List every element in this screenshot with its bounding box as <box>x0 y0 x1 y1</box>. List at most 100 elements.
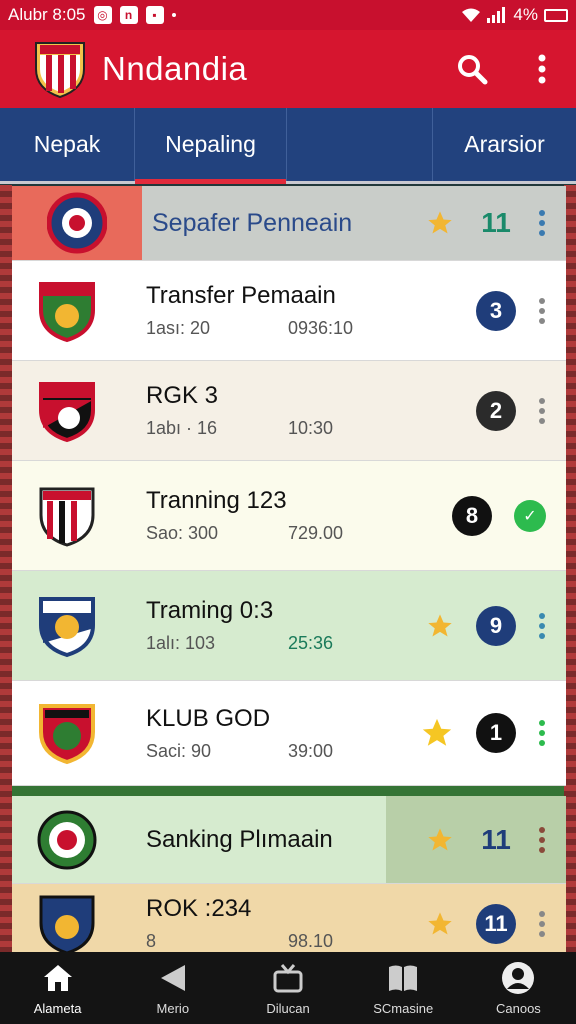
club-crest-icon <box>39 381 95 442</box>
list-item-title: KLUB GOD <box>146 704 271 732</box>
nav-home[interactable]: Alameta <box>0 952 115 1024</box>
tab-nepak[interactable]: Nepak <box>0 108 135 181</box>
club-crest-icon <box>39 895 95 955</box>
club-crest-icon <box>39 487 95 547</box>
star-icon[interactable] <box>426 612 454 640</box>
wifi-icon <box>462 8 481 22</box>
count-badge: 3 <box>476 290 516 331</box>
tab-empty[interactable] <box>287 108 433 181</box>
star-icon[interactable] <box>426 209 454 237</box>
more-vertical-icon[interactable] <box>538 910 546 937</box>
match-list: Sepafer Penneain 11 Transfer Pemaain 1as… <box>12 186 566 964</box>
profile-icon <box>501 961 535 995</box>
list-item-title: Sepafer Penneain <box>152 208 353 237</box>
count-badge: 1 <box>476 713 516 753</box>
list-item-time: 10:30 <box>288 418 334 438</box>
stadium-background-left <box>0 185 12 954</box>
list-item[interactable]: KLUB GOD Saci: 90 39:00 1 <box>12 681 566 786</box>
list-item-meta: 1abı · 16 <box>146 418 218 438</box>
list-item-time: 0936:10 <box>288 318 354 338</box>
list-item-meta: Sao: 300 <box>146 523 219 543</box>
tab-bar: Nepak Nepaling Ararsior <box>0 108 576 184</box>
star-icon[interactable] <box>420 716 454 750</box>
list-item-meta: Saci: 90 <box>146 740 212 761</box>
tab-nepaling[interactable]: Nepaling <box>135 108 287 184</box>
count-label: 11 <box>481 823 511 855</box>
nav-label: Merio <box>156 1000 190 1016</box>
app-bar: Nndandia <box>0 30 576 108</box>
status-bar: Alubr 8:05 ◎ n ▪ 4% <box>0 0 576 30</box>
list-item-title: ROK :234 <box>146 895 252 922</box>
bottom-navigation: Alameta Merio Dilucan SCmasine Canoos <box>0 952 576 1024</box>
list-item-time: 729.00 <box>288 523 344 543</box>
more-vertical-icon[interactable] <box>538 297 546 324</box>
list-item[interactable]: RGK 3 1abı · 16 10:30 2 <box>12 361 566 461</box>
more-vertical-icon[interactable] <box>538 397 546 424</box>
more-vertical-icon[interactable] <box>538 720 546 746</box>
nav-profile[interactable]: Canoos <box>461 952 576 1024</box>
search-icon <box>458 55 488 85</box>
book-icon <box>386 961 420 995</box>
count-badge: 9 <box>476 605 516 646</box>
nav-label: Alameta <box>33 1000 82 1016</box>
nav-label: Dilucan <box>266 1000 310 1016</box>
crest-highlight <box>12 186 142 260</box>
tab-label: Ararsior <box>464 131 545 157</box>
nav-tv[interactable]: Dilucan <box>230 952 345 1024</box>
overflow-menu-button[interactable] <box>524 51 560 87</box>
more-vertical-icon <box>538 54 546 84</box>
list-item-time: 98.10 <box>288 931 334 951</box>
back-icon <box>156 961 190 995</box>
club-crest-icon <box>39 281 95 342</box>
nav-back[interactable]: Merio <box>115 952 230 1024</box>
club-crest-icon <box>37 810 97 869</box>
list-item-meta: 8 <box>146 931 157 951</box>
list-item-meta: 1alı: 103 <box>146 633 216 653</box>
more-notifications-icon <box>171 13 176 17</box>
count-badge: 11 <box>476 903 516 944</box>
home-icon <box>41 961 75 995</box>
signal-icon <box>487 7 506 23</box>
nav-label: Canoos <box>496 1000 541 1016</box>
club-crest-icon <box>39 596 95 657</box>
list-item-time: 25:36 <box>288 633 334 653</box>
star-icon[interactable] <box>426 910 454 938</box>
list-item[interactable]: Sepafer Penneain 11 <box>12 186 566 261</box>
list-item[interactable]: Sanking Plımaain 11 <box>12 796 566 884</box>
status-time: Alubr 8:05 <box>8 5 86 24</box>
app-title: Nndandia <box>102 50 248 87</box>
whatsapp-icon: ◎ <box>93 6 112 24</box>
list-item[interactable]: Traming 0:3 1alı: 103 25:36 9 <box>12 571 566 681</box>
battery-icon <box>544 8 568 22</box>
list-item-meta: 1ası: 20 <box>146 318 211 338</box>
more-vertical-icon[interactable] <box>538 612 546 639</box>
check-icon[interactable]: ✓ <box>514 499 546 532</box>
list-item-title: Sanking Plımaain <box>146 825 333 853</box>
count-badge: 2 <box>476 390 516 431</box>
club-crest-icon <box>39 704 95 765</box>
count-badge: 8 <box>452 495 492 536</box>
tab-label: Nepak <box>33 131 101 157</box>
star-icon[interactable] <box>426 826 454 854</box>
list-item[interactable]: Tranning 123 Sao: 300 729.00 8 ✓ <box>12 461 566 571</box>
list-item-time: 39:00 <box>288 740 334 761</box>
tv-icon <box>271 961 305 995</box>
list-item[interactable]: Transfer Pemaain 1ası: 20 0936:10 3 <box>12 261 566 361</box>
notification-icon: n <box>119 6 138 24</box>
count-label: 11 <box>481 207 511 238</box>
nav-label: SCmasine <box>373 1000 434 1016</box>
tab-label: Nepaling <box>165 131 256 157</box>
more-vertical-icon[interactable] <box>538 826 546 853</box>
list-item-title: Transfer Pemaain <box>146 282 336 309</box>
nav-book[interactable]: SCmasine <box>346 952 461 1024</box>
list-item-title: Tranning 123 <box>146 487 287 514</box>
club-crest-icon <box>47 192 107 254</box>
list-item-title: RGK 3 <box>146 382 219 409</box>
tab-ararsior[interactable]: Ararsior <box>433 108 576 181</box>
more-vertical-icon[interactable] <box>538 210 546 236</box>
club-crest-logo[interactable] <box>32 39 88 99</box>
battery-percent: 4% <box>513 5 538 24</box>
search-button[interactable] <box>454 51 490 87</box>
message-icon: ▪ <box>145 6 164 24</box>
list-item-title: Traming 0:3 <box>146 597 274 624</box>
